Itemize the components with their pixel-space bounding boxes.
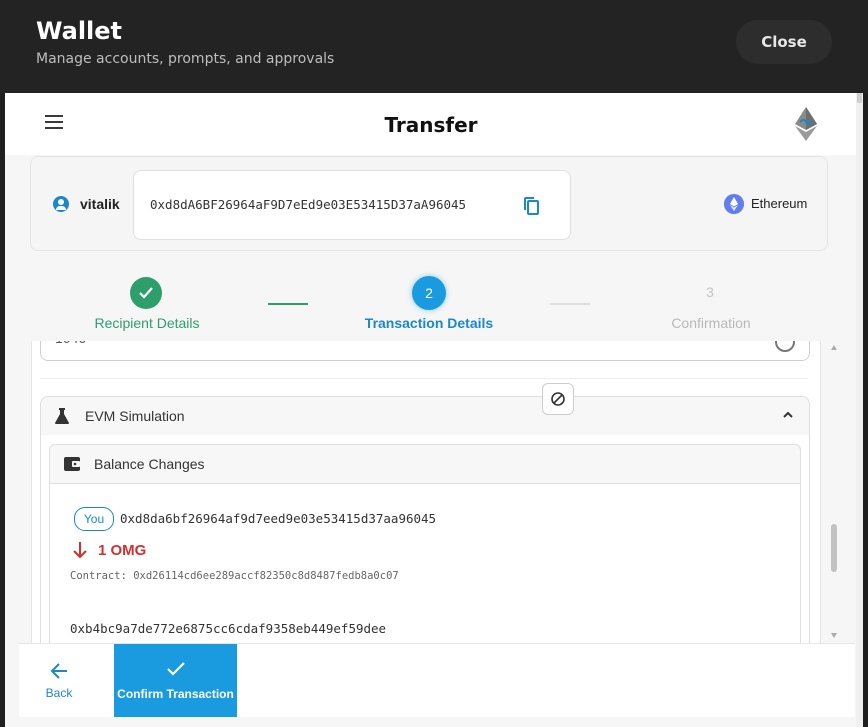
contract-address: Contract: 0xd26114cd6ee289accf82350c8d84… <box>70 570 399 582</box>
evm-simulation-body: Balance Changes You 0xd8da6bf26964af9d7e… <box>40 435 810 643</box>
account-icon <box>53 196 69 212</box>
window-subtitle: Manage accounts, prompts, and approvals <box>36 51 335 67</box>
action-bar: Back Confirm Transaction <box>19 643 855 717</box>
balance-changes-title: Balance Changes <box>94 456 205 472</box>
step-connector-2 <box>550 303 590 305</box>
arrow-left-icon <box>50 663 67 679</box>
account-card: vitalik 0xd8dA6BF26964aF9D7eEd9e03E53415… <box>30 156 828 251</box>
address-box: 0xd8dA6BF26964aF9D7eEd9e03E53415D37aA960… <box>133 170 571 240</box>
scrollbar-thumb[interactable] <box>831 524 837 572</box>
evm-simulation-title: EVM Simulation <box>85 408 185 424</box>
gas-limit-value: 1046 <box>55 341 86 346</box>
arrow-down-icon <box>73 542 87 559</box>
app-bar: Transfer <box>5 93 863 155</box>
wallet-icon <box>64 457 80 471</box>
step-3-circle: 3 <box>706 284 714 300</box>
account-name: vitalik <box>80 196 120 212</box>
check-icon <box>167 662 185 676</box>
evm-simulation-header[interactable]: EVM Simulation <box>40 396 810 436</box>
step-2-label: Transaction Details <box>364 315 494 331</box>
disable-simulation-button[interactable] <box>542 383 574 415</box>
back-label: Back <box>45 686 73 700</box>
gas-limit-field[interactable]: 1046 <box>40 341 810 361</box>
step-3-label: Confirmation <box>671 315 751 331</box>
flask-icon <box>55 408 69 424</box>
page-title: Transfer <box>384 113 478 137</box>
ethereum-network-icon <box>724 194 744 214</box>
scroll-down-icon[interactable] <box>831 633 837 638</box>
step-2-circle: 2 <box>412 276 446 310</box>
you-chip: You <box>74 507 114 531</box>
scroll-up-icon[interactable] <box>831 345 837 350</box>
copy-icon[interactable] <box>522 196 542 216</box>
back-button[interactable]: Back <box>19 644 99 717</box>
balance-changes-header[interactable]: Balance Changes <box>49 444 801 484</box>
balance-change-amount: 1 OMG <box>98 542 147 559</box>
step-1-label: Recipient Details <box>94 315 200 331</box>
scroll-content[interactable]: 1046 EVM Simulation <box>31 341 821 643</box>
refresh-icon[interactable] <box>775 341 795 352</box>
transfer-panel: Transfer vitalik 0xd8dA6BF26964aF9D7eEd9… <box>5 93 863 727</box>
wallet-header: Wallet Manage accounts, prompts, and app… <box>0 0 868 93</box>
step-connector-1 <box>268 303 308 305</box>
stepper: Recipient Details 2 Transaction Details … <box>5 260 863 341</box>
network-label: Ethereum <box>751 196 808 211</box>
block-icon <box>551 392 565 406</box>
close-button[interactable]: Close <box>736 20 832 64</box>
sender-address: 0xd8da6bf26964af9d7eed9e03e53415d37aa960… <box>120 511 437 526</box>
recipient-address: 0xb4bc9a7de772e6875cc6cdaf9358eb449ef59d… <box>70 621 387 636</box>
ethereum-logo-icon <box>795 107 817 141</box>
confirm-transaction-button[interactable]: Confirm Transaction <box>114 644 237 717</box>
step-1-check-icon <box>130 277 162 309</box>
content-scrollbar[interactable] <box>827 341 841 643</box>
confirm-label: Confirm Transaction <box>117 687 234 701</box>
chevron-up-icon[interactable] <box>783 410 793 420</box>
panel-scrollbar[interactable] <box>856 93 863 727</box>
panel-scrollbar-thumb[interactable] <box>857 93 862 103</box>
account-address: 0xd8dA6BF26964aF9D7eEd9e03E53415D37aA960… <box>150 197 467 212</box>
window-title: Wallet <box>36 17 123 45</box>
section-divider <box>40 378 808 379</box>
balance-changes-body: You 0xd8da6bf26964af9d7eed9e03e53415d37a… <box>49 483 801 643</box>
